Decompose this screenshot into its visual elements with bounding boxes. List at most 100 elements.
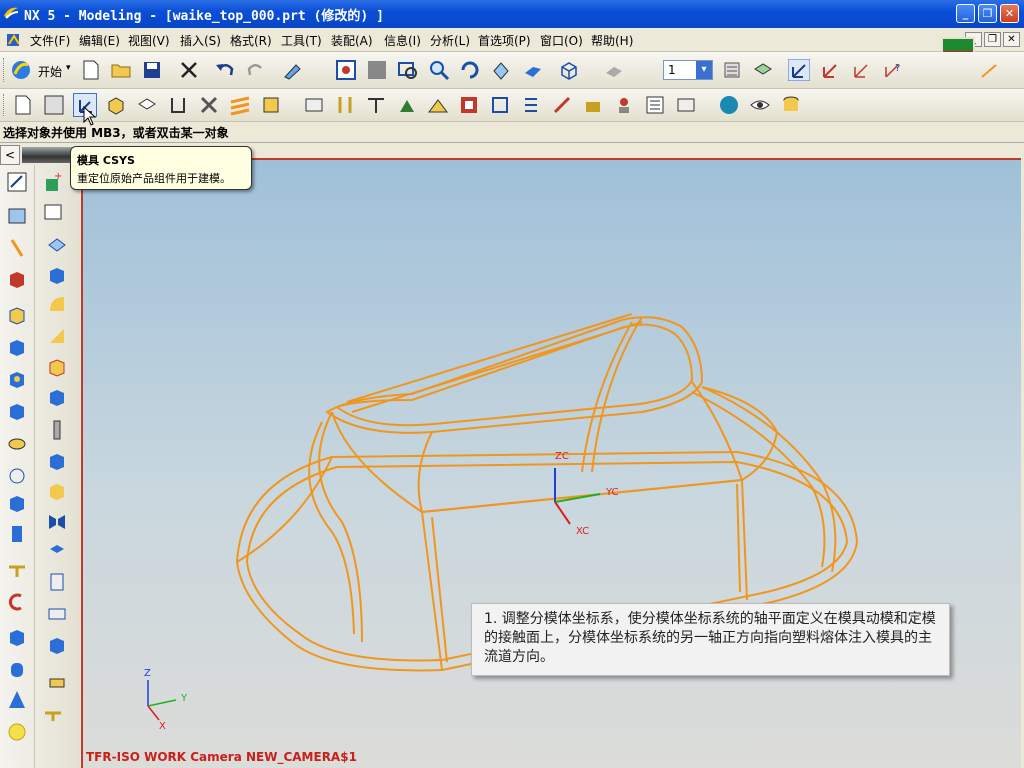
groove-icon[interactable] — [6, 493, 28, 515]
move-to-layer-icon[interactable] — [752, 59, 774, 81]
menu-info[interactable]: 信息(I) — [384, 32, 421, 49]
menu-edit[interactable]: 编辑(E) — [79, 32, 120, 49]
pocket-feature-icon[interactable] — [6, 401, 28, 423]
display-wcs-icon[interactable] — [978, 59, 1000, 81]
edge-blend-icon[interactable] — [46, 293, 68, 315]
mdi-close-button[interactable]: ✕ — [1003, 32, 1020, 47]
unite-icon[interactable] — [46, 265, 68, 287]
cone-icon[interactable] — [6, 689, 28, 711]
menu-format[interactable]: 格式(R) — [230, 32, 272, 49]
close-button[interactable]: ✕ — [1000, 4, 1019, 23]
globe-icon[interactable] — [718, 94, 740, 116]
datum-plane-icon[interactable] — [6, 205, 28, 227]
pattern-icon[interactable] — [6, 591, 28, 613]
start-icon[interactable] — [10, 59, 32, 81]
redo-icon[interactable] — [245, 59, 267, 81]
open-folder-icon[interactable] — [110, 59, 132, 81]
zoom-box-icon[interactable] — [397, 59, 419, 81]
wcs-orient-icon[interactable]: ? — [881, 59, 903, 81]
shrinkage-icon[interactable] — [105, 94, 127, 116]
cooling-icon[interactable] — [489, 94, 511, 116]
zoom-icon[interactable] — [428, 59, 450, 81]
sew-icon[interactable] — [46, 603, 68, 625]
thread-icon[interactable] — [6, 559, 28, 581]
start-dropdown-icon[interactable]: ▾ — [66, 63, 71, 73]
slot-icon[interactable] — [6, 523, 28, 545]
thicken-icon[interactable] — [42, 703, 64, 725]
sketch-icon[interactable] — [6, 171, 28, 193]
trim-body-icon[interactable] — [46, 481, 68, 503]
menu-window[interactable]: 窗口(O) — [540, 32, 583, 49]
save-icon[interactable] — [141, 59, 163, 81]
rotate-icon[interactable] — [459, 59, 481, 81]
start-menu-button[interactable]: 开始 — [38, 63, 62, 80]
undo-icon[interactable] — [214, 59, 236, 81]
new-file-icon[interactable] — [80, 59, 102, 81]
fit-view-icon[interactable] — [335, 59, 357, 81]
render-style-icon[interactable] — [603, 59, 625, 81]
draft-icon[interactable] — [46, 387, 68, 409]
menu-analysis[interactable]: 分析(L) — [430, 32, 470, 49]
wcs-origin-icon[interactable] — [788, 59, 810, 81]
sub-insert-icon[interactable] — [458, 94, 480, 116]
work-layer-dropdown-icon[interactable]: ▾ — [696, 61, 712, 79]
minimize-button[interactable]: _ — [956, 4, 975, 23]
wireframe-cube-icon[interactable] — [558, 59, 580, 81]
menu-help[interactable]: 帮助(H) — [591, 32, 633, 49]
wcs-rotate-icon[interactable] — [850, 59, 872, 81]
cylinder-feature-icon[interactable] — [6, 659, 28, 681]
hole-icon[interactable] — [6, 337, 28, 359]
graphics-window[interactable]: ZC YC XC Z Y X — [81, 158, 1021, 768]
offset-icon[interactable] — [46, 671, 68, 693]
shaded-view-icon[interactable] — [521, 59, 543, 81]
block-icon[interactable] — [6, 627, 28, 649]
resource-bar-collapse-button[interactable]: < — [0, 145, 20, 165]
trim-icon[interactable] — [551, 94, 573, 116]
pan-icon[interactable] — [490, 59, 512, 81]
boss-icon[interactable] — [6, 369, 28, 391]
view-manager-icon[interactable] — [675, 94, 697, 116]
gate-icon[interactable] — [365, 94, 387, 116]
mdi-restore-button[interactable]: ❐ — [984, 32, 1001, 47]
standard-part-icon[interactable] — [303, 94, 325, 116]
datum-csys-icon[interactable] — [46, 233, 68, 255]
parting-icon[interactable] — [229, 94, 251, 116]
cavity-layout-icon[interactable] — [167, 94, 189, 116]
mold-tools-icon[interactable] — [198, 94, 220, 116]
sphere-icon[interactable] — [6, 721, 28, 743]
menu-assembly[interactable]: 装配(A) — [331, 32, 373, 49]
menu-file[interactable]: 文件(F) — [30, 32, 70, 49]
menu-tools[interactable]: 工具(T) — [281, 32, 322, 49]
runner-icon[interactable] — [396, 94, 418, 116]
feature-create-icon[interactable]: + — [42, 171, 64, 193]
bom-icon[interactable] — [613, 94, 635, 116]
ejector-pin-icon[interactable] — [334, 94, 356, 116]
patch-icon[interactable] — [46, 635, 68, 657]
instance-icon[interactable] — [46, 541, 68, 563]
project-init-icon[interactable] — [12, 94, 34, 116]
wcs-dynamics-icon[interactable] — [819, 59, 841, 81]
extrude-icon[interactable] — [6, 269, 28, 291]
eye-icon[interactable] — [749, 94, 771, 116]
select-filter-icon[interactable] — [282, 59, 304, 81]
pocket-icon[interactable] — [582, 94, 604, 116]
datum-axis-icon[interactable] — [6, 237, 28, 259]
delete-icon[interactable] — [178, 59, 200, 81]
revolve-icon[interactable] — [6, 305, 28, 327]
pad-icon[interactable] — [6, 433, 28, 455]
workpiece-icon[interactable] — [136, 94, 158, 116]
mirror-icon[interactable] — [46, 511, 68, 533]
electrode-icon[interactable] — [520, 94, 542, 116]
nx-doc-icon[interactable] — [5, 32, 23, 48]
split-body-icon[interactable] — [46, 451, 68, 473]
restore-button[interactable]: ❐ — [978, 4, 997, 23]
shell-icon[interactable] — [46, 357, 68, 379]
menu-view[interactable]: 视图(V) — [128, 32, 170, 49]
rectangle-icon[interactable] — [42, 201, 64, 223]
cylinder-icon[interactable] — [780, 94, 802, 116]
menu-insert[interactable]: 插入(S) — [180, 32, 221, 49]
mold-base-icon[interactable] — [260, 94, 282, 116]
drawing-icon[interactable] — [644, 94, 666, 116]
extract-icon[interactable] — [46, 571, 68, 593]
part-navigator-icon[interactable] — [43, 94, 65, 116]
